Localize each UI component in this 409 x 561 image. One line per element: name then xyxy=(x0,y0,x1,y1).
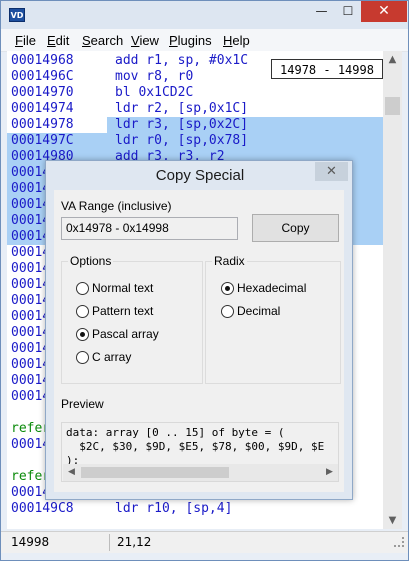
code-address: 00014968 xyxy=(11,53,74,68)
code-address: 00014974 xyxy=(11,101,74,116)
radio-selected-icon xyxy=(221,282,234,295)
menu-view[interactable]: View xyxy=(131,33,159,48)
code-instruction: add r1, sp, #0x1C xyxy=(115,53,249,68)
radio-icon xyxy=(221,305,234,318)
status-bar: 14998 21,12 xyxy=(1,531,408,553)
resize-grip-icon[interactable] xyxy=(394,537,404,547)
dialog-close-button[interactable]: ✕ xyxy=(315,162,348,181)
code-instruction: ldr r0, [sp,0x78] xyxy=(115,133,249,148)
code-row[interactable]: 00014974 ldr r2, [sp,0x1C] xyxy=(7,101,383,117)
code-instruction: mov r8, r0 xyxy=(115,69,194,84)
title-bar[interactable]: VD — ☐ ✕ xyxy=(1,1,408,29)
maximize-button[interactable]: ☐ xyxy=(335,1,361,22)
va-range-field[interactable]: 0x14978 - 0x14998 xyxy=(61,217,238,240)
code-instruction: bl 0x1CD2C xyxy=(115,85,194,100)
scrollbar-thumb[interactable] xyxy=(385,97,400,115)
preview-line: $2C, $30, $9D, $E5, $78, $00, $9D, $E xyxy=(66,440,325,453)
code-row[interactable]: 00014970 bl 0x1CD2C xyxy=(7,85,383,101)
code-address: 00014978 xyxy=(11,117,74,132)
radio-icon xyxy=(76,351,89,364)
radio-icon xyxy=(76,305,89,318)
menu-bar: File Edit Search View Plugins Help xyxy=(1,29,408,52)
scroll-down-arrow-icon[interactable]: ▼ xyxy=(383,512,402,529)
copy-special-dialog: Copy Special ✕ VA Range (inclusive) 0x14… xyxy=(45,160,353,500)
va-range-label: VA Range (inclusive) xyxy=(61,199,172,213)
preview-box[interactable]: data: array [0 .. 15] of byte = ( $2C, $… xyxy=(61,422,339,482)
preview-horizontal-scrollbar[interactable]: ◀ ▶ xyxy=(63,464,338,481)
status-position: 21,12 xyxy=(117,535,152,549)
scroll-left-arrow-icon[interactable]: ◀ xyxy=(63,464,80,481)
code-address: 0001496C xyxy=(11,69,74,84)
code-address: 0001497C xyxy=(11,133,74,148)
options-group-title: Options xyxy=(68,254,114,268)
code-instruction: ldr r10, [sp,4] xyxy=(115,501,233,516)
menu-edit[interactable]: Edit xyxy=(47,33,69,48)
scroll-right-arrow-icon[interactable]: ▶ xyxy=(321,464,338,481)
code-instruction: ldr r3, [sp,0x2C] xyxy=(115,117,249,132)
preview-scrollbar-thumb[interactable] xyxy=(81,467,229,478)
options-group: Options Normal text Pattern text Pascal … xyxy=(61,254,203,384)
code-row[interactable]: 000149C8 ldr r10, [sp,4] xyxy=(7,501,383,517)
minimize-button[interactable]: — xyxy=(308,1,335,22)
app-icon[interactable]: VD xyxy=(9,8,25,22)
menu-file[interactable]: File xyxy=(15,33,36,48)
status-address: 14998 xyxy=(11,535,50,549)
dialog-body: VA Range (inclusive) 0x14978 - 0x14998 C… xyxy=(54,190,344,492)
selection-range-box: 14978 - 14998 xyxy=(271,59,383,79)
menu-plugins[interactable]: Plugins xyxy=(169,33,212,48)
code-instruction: ldr r2, [sp,0x1C] xyxy=(115,101,249,116)
code-row[interactable]: 0001497C ldr r0, [sp,0x78] xyxy=(7,133,383,149)
radio-selected-icon xyxy=(76,328,89,341)
menu-search[interactable]: Search xyxy=(82,33,123,48)
code-address: 000149C8 xyxy=(11,501,74,516)
code-row[interactable]: 00014978 ldr r3, [sp,0x2C] xyxy=(7,117,383,133)
preview-label: Preview xyxy=(61,397,104,411)
radix-group: Radix Hexadecimal Decimal xyxy=(205,254,341,384)
radio-icon xyxy=(76,282,89,295)
copy-button[interactable]: Copy xyxy=(252,214,339,242)
preview-line: data: array [0 .. 15] of byte = ( xyxy=(66,426,285,439)
code-address: 00014970 xyxy=(11,85,74,100)
status-divider xyxy=(109,534,110,551)
close-button[interactable]: ✕ xyxy=(361,1,407,22)
vertical-scrollbar[interactable]: ▲ ▼ xyxy=(383,51,402,529)
menu-help[interactable]: Help xyxy=(223,33,250,48)
radix-group-title: Radix xyxy=(212,254,247,268)
scroll-up-arrow-icon[interactable]: ▲ xyxy=(383,51,402,68)
dialog-title: Copy Special xyxy=(155,167,245,184)
